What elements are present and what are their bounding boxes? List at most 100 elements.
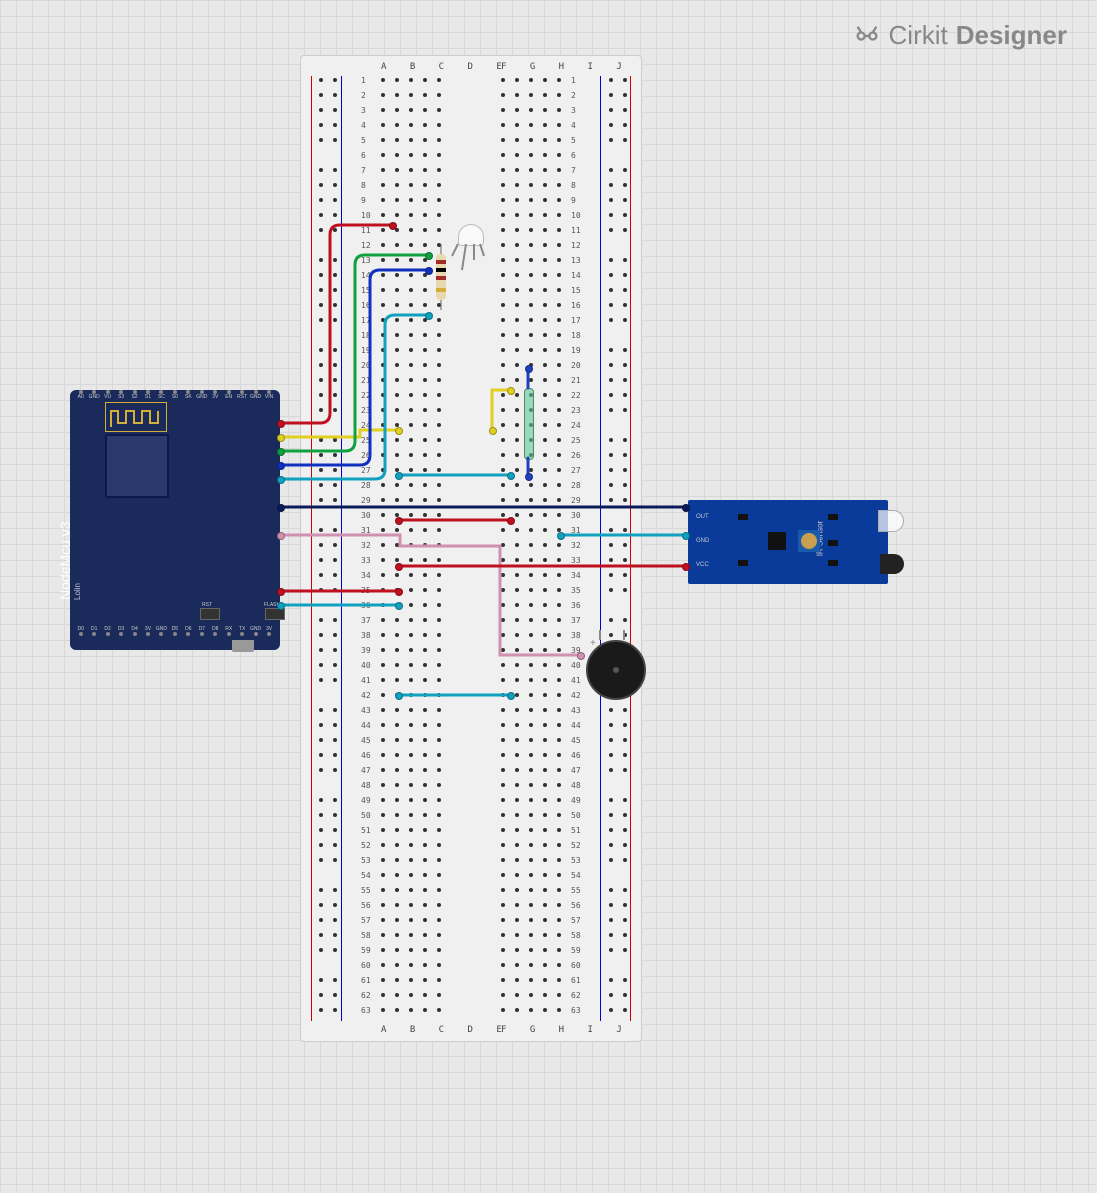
buzzer-plus-label: + xyxy=(590,638,596,649)
ir-smd-icon xyxy=(828,560,838,566)
nodemcu-board: NodeMcu v3 Lolin RST FLASH A0GNDVUS3S2S1… xyxy=(70,390,280,650)
pin-D7: D7 xyxy=(198,626,206,650)
pin-S2: S2 xyxy=(131,390,139,414)
wire-endpoint xyxy=(277,588,285,596)
pin-A0: A0 xyxy=(77,390,85,414)
brand-name-1: Cirkit xyxy=(889,20,948,51)
ir-smd-icon xyxy=(828,514,838,520)
pin-D6: D6 xyxy=(184,626,192,650)
wire-endpoint xyxy=(507,692,515,700)
wire-endpoint xyxy=(277,476,285,484)
brand-name-2: Designer xyxy=(956,20,1067,51)
pin-GND: GND xyxy=(90,390,98,414)
wire-endpoint xyxy=(425,252,433,260)
ir-pin-vcc: VCC xyxy=(696,562,709,568)
pin-EN: EN xyxy=(225,390,233,414)
wire-endpoint xyxy=(395,588,403,596)
ir-emitter-icon xyxy=(878,510,904,532)
pin-GND: GND xyxy=(157,626,165,650)
reset-button[interactable] xyxy=(200,608,220,620)
potentiometer-icon[interactable] xyxy=(798,530,820,552)
wire-endpoint xyxy=(395,472,403,480)
rail-red-right xyxy=(630,76,631,1021)
wire-endpoint xyxy=(425,312,433,320)
nodemcu-label: NodeMcu v3 Lolin xyxy=(57,521,82,600)
pin-GND: GND xyxy=(252,390,260,414)
wire-endpoint xyxy=(507,517,515,525)
breadboard: A B C D E F G H I J A B C D E F G H I J … xyxy=(300,55,642,1042)
wire-endpoint xyxy=(682,563,690,571)
ir-pin-gnd: GND xyxy=(696,538,709,544)
rail-red-left xyxy=(311,76,312,1021)
rail-blue-left xyxy=(341,76,342,1021)
pin-3V: 3V xyxy=(144,626,152,650)
wire-endpoint xyxy=(507,472,515,480)
brand-icon xyxy=(853,22,881,50)
pin-D8: D8 xyxy=(211,626,219,650)
pin-GND: GND xyxy=(198,390,206,414)
wire-endpoint xyxy=(395,692,403,700)
wire-endpoint xyxy=(277,602,285,610)
ir-sensor-board: IR Sensor OUT GND VCC xyxy=(688,500,888,584)
pin-D0: D0 xyxy=(77,626,85,650)
col-labels-top-left: A B C D E xyxy=(381,62,511,72)
rgb-led-icon xyxy=(458,224,484,246)
ir-receiver-icon xyxy=(880,554,904,574)
pin-D3: D3 xyxy=(117,626,125,650)
wire-endpoint xyxy=(389,222,397,230)
pin-VU: VU xyxy=(104,390,112,414)
esp-chip-icon xyxy=(105,434,169,498)
wire-endpoint xyxy=(489,427,497,435)
pin-VIN: VIN xyxy=(265,390,273,414)
col-labels-bot-right: F G H I J xyxy=(501,1025,631,1035)
reed-switch-icon xyxy=(524,388,534,460)
ir-pin-out: OUT xyxy=(696,514,709,520)
wire-endpoint xyxy=(682,504,690,512)
wire-endpoint xyxy=(395,427,403,435)
pin-SK: SK xyxy=(184,390,192,414)
wire-endpoint xyxy=(277,462,285,470)
wire-endpoint xyxy=(277,504,285,512)
pin-D1: D1 xyxy=(90,626,98,650)
pins-top: A0 GND VUS3S2S1SCS0SK GND 3VEN RST GND VIN xyxy=(70,390,280,414)
pin-D2: D2 xyxy=(104,626,112,650)
pin-S3: S3 xyxy=(117,390,125,414)
wire-endpoint xyxy=(507,387,515,395)
rail-blue-right xyxy=(600,76,601,1021)
col-labels-top-right: F G H I J xyxy=(501,62,631,72)
pin-RST: RST xyxy=(238,390,246,414)
resistor-icon xyxy=(436,254,446,300)
wire-endpoint xyxy=(277,448,285,456)
col-labels-bot-left: A B C D E xyxy=(381,1025,511,1035)
pin-TX: TX xyxy=(238,626,246,650)
pin-D5: D5 xyxy=(171,626,179,650)
wire-endpoint xyxy=(395,602,403,610)
wire-endpoint xyxy=(525,365,533,373)
pin-3V: 3V xyxy=(211,390,219,414)
wire-endpoint xyxy=(557,532,565,540)
pin-S0: S0 xyxy=(171,390,179,414)
pin-3V: 3V xyxy=(265,626,273,650)
ir-smd-icon xyxy=(738,514,748,520)
wire-endpoint xyxy=(425,267,433,275)
ir-smd-icon xyxy=(828,540,838,546)
wire-endpoint xyxy=(577,652,585,660)
wire-endpoint xyxy=(277,420,285,428)
pin-RX: RX xyxy=(225,626,233,650)
wire-endpoint xyxy=(277,434,285,442)
wire-endpoint xyxy=(395,517,403,525)
wire-endpoint xyxy=(525,473,533,481)
ir-smd-icon xyxy=(738,560,748,566)
rst-label: RST xyxy=(202,602,212,608)
wire-endpoint xyxy=(395,563,403,571)
pin-SC: SC xyxy=(157,390,165,414)
buzzer-icon xyxy=(586,640,646,700)
pin-D4: D4 xyxy=(131,626,139,650)
pin-GND: GND xyxy=(252,626,260,650)
wire-endpoint xyxy=(277,532,285,540)
brand: Cirkit Designer xyxy=(853,20,1067,51)
pin-S1: S1 xyxy=(144,390,152,414)
wire-endpoint xyxy=(682,532,690,540)
pins-bottom: D0D1D2D3D43VGNDD5D6D7D8RXTXGND3V xyxy=(70,626,280,650)
ir-ic-icon xyxy=(768,532,786,550)
